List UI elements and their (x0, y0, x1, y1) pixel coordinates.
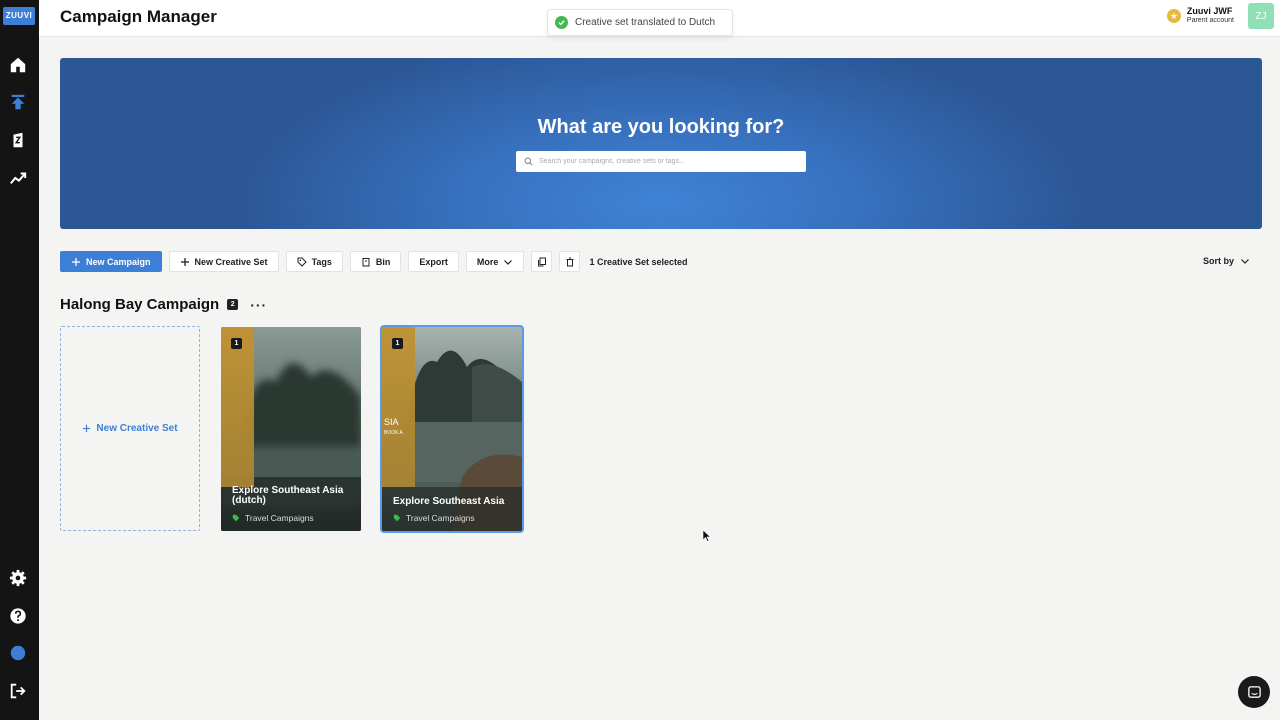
new-creative-set-card[interactable]: New Creative Set (60, 326, 200, 531)
brand-band (382, 327, 415, 487)
top-header: Campaign Manager Creative set translated… (39, 0, 1280, 37)
help-icon[interactable] (7, 605, 29, 627)
page-title: Campaign Manager (60, 7, 217, 26)
creative-count-badge: 1 (392, 338, 403, 349)
copy-icon (537, 257, 546, 266)
account-menu[interactable]: ★ Zuuvi JWF Parent account ZJ (1166, 3, 1274, 29)
sort-by-label: Sort by (1202, 256, 1234, 266)
upload-icon[interactable] (7, 91, 29, 113)
mouse-cursor-icon (703, 530, 711, 542)
export-button[interactable]: Export (408, 251, 459, 272)
sidebar: ZUUVI (0, 0, 39, 720)
tags-button[interactable]: Tags (285, 251, 343, 272)
hero-title: What are you looking for? (537, 116, 785, 138)
new-creative-set-button[interactable]: New Creative Set (168, 251, 279, 272)
tag-icon (232, 514, 240, 522)
plus-icon (83, 424, 91, 433)
search-hero: What are you looking for? (60, 58, 1262, 229)
band-text: SIA (384, 417, 399, 427)
zuuvi-logo[interactable]: ZUUVI (3, 7, 35, 25)
tags-label: Tags (311, 256, 332, 267)
search-input[interactable] (539, 158, 789, 165)
campaign-header: Halong Bay Campaign 2 ··· (60, 296, 267, 313)
search-box[interactable] (516, 151, 806, 172)
more-dropdown[interactable]: More (465, 251, 525, 272)
account-subtitle: Parent account (1186, 17, 1234, 24)
success-toast: Creative set translated to Dutch (547, 9, 733, 36)
new-creative-set-label: New Creative Set (194, 256, 268, 267)
sort-by-dropdown[interactable]: Sort by (1203, 256, 1250, 266)
campaign-title[interactable]: Halong Bay Campaign (60, 296, 219, 313)
campaign-options-icon[interactable]: ··· (250, 298, 267, 312)
creative-set-card[interactable]: SIA BOOK A 1 Explore Southeast Asia Trav… (380, 325, 524, 533)
gear-icon[interactable] (7, 567, 29, 589)
delete-button[interactable] (559, 251, 581, 272)
check-circle-icon (555, 16, 568, 29)
creative-set-tag: Travel Campaigns (393, 513, 475, 523)
tag-label: Travel Campaigns (406, 513, 475, 523)
bin-icon (362, 257, 370, 266)
chat-button[interactable] (1238, 676, 1270, 708)
analytics-icon[interactable] (7, 167, 29, 189)
tag-icon (393, 514, 401, 522)
band-subtext: BOOK A (384, 430, 403, 436)
more-label: More (476, 256, 499, 267)
creative-set-title: Explore Southeast Asia (dutch) (232, 485, 344, 506)
creative-set-title: Explore Southeast Asia (393, 496, 505, 507)
duplicate-button[interactable] (531, 251, 553, 272)
selection-count: 1 Creative Set selected (589, 256, 688, 267)
avatar[interactable]: ZJ (1248, 3, 1274, 29)
trash-icon (566, 257, 574, 266)
toast-message: Creative set translated to Dutch (575, 17, 716, 28)
home-icon[interactable] (7, 54, 29, 76)
creative-icon[interactable] (7, 129, 29, 151)
plus-icon (180, 257, 189, 266)
brand-band (221, 327, 254, 487)
tag-icon (297, 257, 307, 267)
creative-set-tag: Travel Campaigns (232, 513, 314, 523)
chevron-down-icon (1241, 259, 1249, 264)
new-campaign-label: New Campaign (86, 256, 151, 267)
star-icon: ★ (1166, 9, 1181, 23)
toolbar: New Campaign New Creative Set Tags Bin E… (60, 251, 688, 272)
new-creative-set-card-label: New Creative Set (96, 423, 178, 434)
search-icon (524, 157, 533, 166)
chevron-down-icon (504, 259, 513, 265)
new-campaign-button[interactable]: New Campaign (60, 251, 162, 272)
export-label: Export (419, 256, 448, 267)
bin-label: Bin (375, 256, 391, 267)
bin-button[interactable]: Bin (349, 251, 402, 272)
tag-label: Travel Campaigns (245, 513, 314, 523)
account-name: Zuuvi JWF (1186, 6, 1233, 16)
logout-icon[interactable] (7, 680, 29, 702)
creative-set-card-dutch[interactable]: 1 Explore Southeast Asia (dutch) Travel … (221, 327, 361, 531)
status-dot-icon[interactable] (7, 642, 29, 664)
account-info: Zuuvi JWF Parent account (1187, 6, 1234, 26)
plus-icon (72, 257, 80, 266)
campaign-count-badge: 2 (227, 299, 239, 310)
chat-icon (1247, 685, 1261, 698)
creative-count-badge: 1 (231, 338, 242, 349)
